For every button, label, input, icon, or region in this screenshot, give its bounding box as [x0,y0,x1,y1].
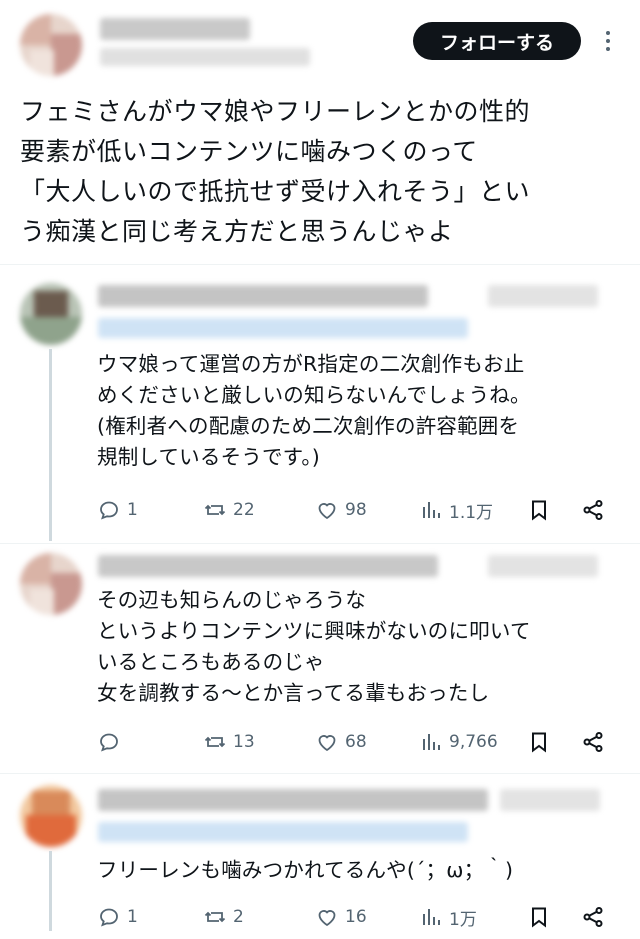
views-button[interactable]: 9,766 [419,727,498,757]
bookmark-button[interactable] [527,727,551,757]
heart-icon [318,910,336,927]
share-icon [583,907,603,927]
reply-avatar[interactable] [20,785,82,847]
repost-count: 13 [233,732,255,752]
repost-icon [204,911,226,923]
view-count: 1万 [449,909,477,930]
repost-count: 22 [233,500,255,520]
bookmark-button[interactable] [527,902,551,932]
action-bar: 13 68 9,766 [97,727,617,757]
reply-timestamp[interactable] [500,789,600,811]
view-count: 1.1万 [449,502,494,523]
post-text: フェミさんがウマ娘やフリーレンとかの性的 要素が低いコンテンツに噛みつくのって … [20,97,531,246]
analytics-icon [423,502,440,518]
reply-count: 1 [127,500,138,520]
repost-icon [204,504,226,516]
views-button[interactable]: 1万 [419,902,477,932]
bookmark-icon [532,732,546,753]
like-button[interactable]: 16 [315,902,367,932]
bookmark-icon [532,907,546,928]
action-bar: 1 22 98 1.1万 [97,495,617,525]
share-button[interactable] [581,727,605,757]
reply-to-link[interactable] [98,318,468,338]
repost-button[interactable]: 13 [203,727,255,757]
bookmark-icon [532,500,546,521]
bookmark-button[interactable] [527,495,551,525]
author-display-name[interactable] [100,18,250,40]
like-button[interactable]: 68 [315,727,367,757]
reply-text: ウマ娘って運営の方がR指定の二次創作もお止 めくださいと厳しいの知らないんでしょ… [97,352,531,469]
reply-display-name[interactable] [98,285,428,307]
analytics-icon [423,909,440,925]
divider [0,773,640,774]
reply-text: その辺も知らんのじゃろうな というよりコンテンツに興味がないのに叩いて いるとこ… [97,588,531,705]
heart-icon [318,503,336,520]
share-button[interactable] [581,495,605,525]
like-count: 16 [345,907,367,927]
reply-text: フリーレンも噛みつかれてるんや(´；ω；｀) [97,858,514,882]
repost-button[interactable]: 2 [203,902,244,932]
analytics-icon [423,734,440,750]
reply-button[interactable]: 1 [97,495,138,525]
view-count: 9,766 [449,732,498,752]
reply-display-name[interactable] [98,789,488,811]
reply-button[interactable]: 1 [97,902,138,932]
action-bar: 1 2 16 1万 [97,902,617,932]
repost-count: 2 [233,907,244,927]
thread-line [49,349,52,541]
thread-line [49,851,52,931]
share-icon [583,500,603,520]
views-button[interactable]: 1.1万 [419,495,493,525]
reply-avatar[interactable] [20,283,82,345]
reply-count: 1 [127,907,138,927]
share-button[interactable] [581,902,605,932]
heart-icon [318,735,336,752]
reply-timestamp[interactable] [488,285,598,307]
reply-display-name[interactable] [98,555,438,577]
author-avatar[interactable] [20,14,82,76]
author-handle[interactable] [100,48,310,66]
reply-to-link[interactable] [98,822,468,842]
like-button[interactable]: 98 [315,495,367,525]
share-icon [583,732,603,752]
follow-button[interactable]: フォローする [413,22,581,60]
reply-button[interactable] [97,727,127,757]
reply-avatar[interactable] [20,553,82,615]
repost-button[interactable]: 22 [203,495,255,525]
comment-icon [100,501,118,520]
more-dots-icon[interactable] [598,28,618,58]
like-count: 68 [345,732,367,752]
reply-timestamp[interactable] [488,555,598,577]
comment-icon [100,733,118,752]
divider [0,264,640,265]
repost-icon [204,736,226,748]
comment-icon [100,908,118,927]
divider [0,543,640,544]
like-count: 98 [345,500,367,520]
